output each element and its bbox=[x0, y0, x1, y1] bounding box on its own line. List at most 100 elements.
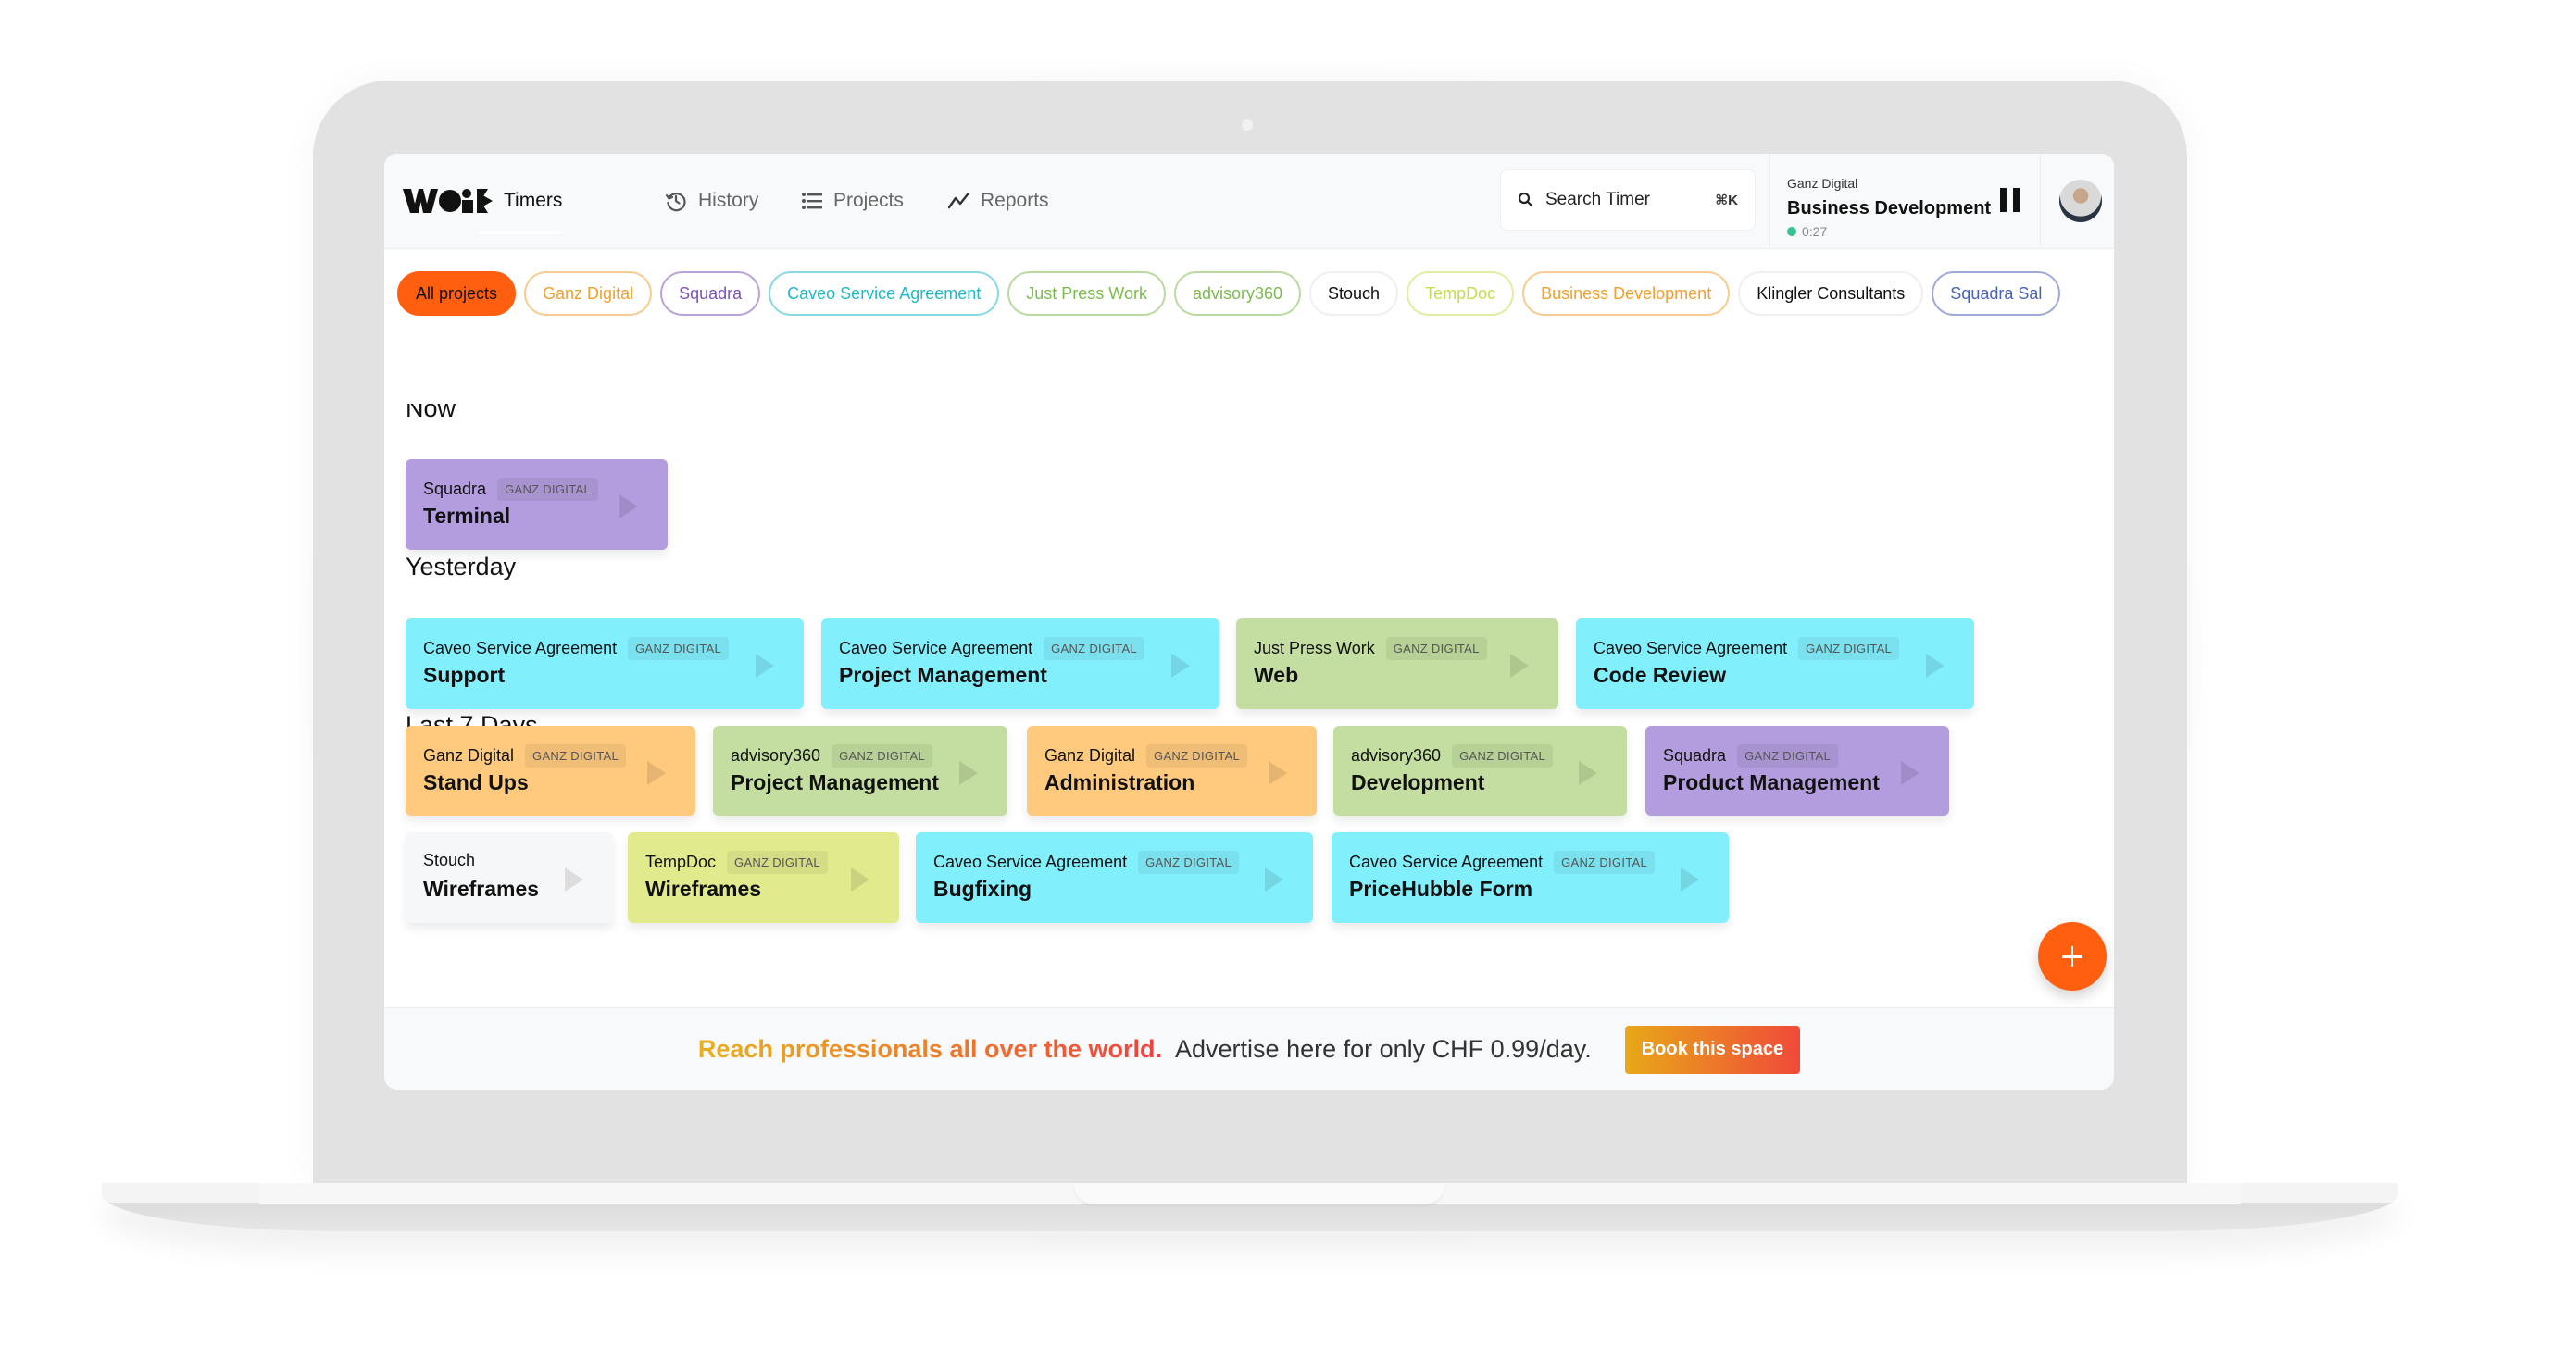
timer-card[interactable]: Caveo Service Agreement GANZ DIGITAL Proje… bbox=[821, 618, 1219, 709]
filter-chip[interactable]: Business Development bbox=[1522, 271, 1731, 316]
play-button[interactable] bbox=[959, 761, 978, 785]
card-task: Wireframes bbox=[645, 877, 762, 901]
filter-chip[interactable]: Squadra Sal bbox=[1932, 271, 2061, 316]
card-task: Administration bbox=[1044, 770, 1195, 794]
filter-chip[interactable]: advisory360 bbox=[1173, 271, 1302, 316]
play-button[interactable] bbox=[1926, 654, 1945, 678]
timer-card[interactable]: Caveo Service Agreement GANZ DIGITAL Code … bbox=[1576, 618, 1974, 709]
active-timer[interactable]: Ganz Digital Business Development 0:27 bbox=[1787, 167, 2019, 241]
play-button[interactable] bbox=[756, 654, 774, 678]
play-button[interactable] bbox=[851, 867, 869, 892]
card-client: advisory360 GANZ DIGITAL bbox=[1351, 744, 1553, 768]
card-client-name: advisory360 bbox=[731, 746, 821, 765]
header-divider bbox=[1769, 154, 1770, 248]
play-button[interactable] bbox=[1510, 654, 1529, 678]
search-input[interactable]: Search Timer ⌘K bbox=[1500, 169, 1756, 231]
card-client-name: Just Press Work bbox=[1254, 639, 1375, 657]
card-task: Terminal bbox=[423, 504, 511, 528]
search-placeholder: Search Timer bbox=[1545, 190, 1650, 209]
filter-chip[interactable]: TempDoc bbox=[1407, 271, 1515, 316]
card-task: Stand Ups bbox=[423, 770, 529, 794]
card-task: Support bbox=[423, 663, 506, 687]
laptop-camera bbox=[1242, 119, 1253, 131]
card-client-name: Ganz Digital bbox=[1044, 746, 1136, 765]
card-client-name: Caveo Service Agreement bbox=[423, 639, 618, 657]
card-org-tag: GANZ DIGITAL bbox=[525, 744, 626, 768]
filter-chip[interactable]: Caveo Service Agreement bbox=[769, 271, 1000, 316]
nav-active-indicator bbox=[479, 231, 562, 234]
card-task: PriceHubble Form bbox=[1349, 877, 1533, 901]
nav-reports-label: Reports bbox=[981, 190, 1049, 211]
play-button[interactable] bbox=[565, 867, 583, 892]
add-timer-button[interactable] bbox=[2038, 922, 2107, 991]
timer-card[interactable]: advisory360 GANZ DIGITAL Project Managemen… bbox=[713, 726, 1007, 816]
card-client: Ganz Digital GANZ DIGITAL bbox=[423, 744, 626, 768]
ad-headline: Reach professionals all over the world. bbox=[697, 1035, 1163, 1063]
card-client: Caveo Service Agreement GANZ DIGITAL bbox=[423, 637, 730, 660]
card-org-tag: GANZ DIGITAL bbox=[727, 851, 828, 874]
nav-projects[interactable]: Projects bbox=[802, 154, 904, 248]
timer-card[interactable]: Squadra GANZ DIGITAL Terminal bbox=[406, 459, 668, 550]
section-yesterday: Yesterday bbox=[406, 553, 517, 580]
timer-card[interactable]: Caveo Service Agreement GANZ DIGITAL Price… bbox=[1332, 832, 1729, 923]
active-timer-task: Business Development bbox=[1787, 198, 1992, 218]
card-client: Stouch bbox=[423, 851, 475, 870]
section-now: Now bbox=[406, 404, 456, 422]
play-button[interactable] bbox=[619, 494, 638, 518]
timer-card[interactable]: advisory360 GANZ DIGITAL Development bbox=[1333, 726, 1627, 816]
search-icon bbox=[1518, 192, 1533, 207]
work-logo[interactable] bbox=[403, 189, 488, 213]
user-avatar[interactable] bbox=[2059, 180, 2102, 222]
play-button[interactable] bbox=[1901, 761, 1919, 785]
laptop-notch bbox=[1074, 1183, 1444, 1204]
card-client: TempDoc GANZ DIGITAL bbox=[645, 851, 828, 874]
pause-button[interactable] bbox=[2000, 188, 2020, 212]
timer-card[interactable]: Squadra GANZ DIGITAL Product Management bbox=[1645, 726, 1949, 816]
card-client: Squadra GANZ DIGITAL bbox=[1663, 744, 1838, 768]
timer-card[interactable]: Just Press Work GANZ DIGITAL Web bbox=[1236, 618, 1558, 709]
card-client-name: Caveo Service Agreement bbox=[839, 639, 1033, 657]
app-window: Timers History Projects Reports Search T… bbox=[384, 154, 2114, 1090]
filter-chip[interactable]: Ganz Digital bbox=[524, 271, 653, 316]
nav-reports[interactable]: Reports bbox=[947, 154, 1049, 248]
timer-card[interactable]: Stouch Wireframes bbox=[406, 832, 613, 923]
filter-chip[interactable]: Stouch bbox=[1309, 271, 1399, 316]
play-button[interactable] bbox=[1171, 654, 1190, 678]
nav-timers-label: Timers bbox=[504, 190, 563, 211]
card-org-tag: GANZ DIGITAL bbox=[497, 478, 598, 501]
filter-chip[interactable]: Klingler Consultants bbox=[1738, 271, 1924, 316]
filter-chip[interactable]: All projects bbox=[397, 271, 517, 316]
nav-history-label: History bbox=[698, 190, 759, 211]
play-button[interactable] bbox=[1269, 761, 1287, 785]
nav-history[interactable]: History bbox=[665, 154, 758, 248]
play-button[interactable] bbox=[1681, 867, 1699, 892]
card-org-tag: GANZ DIGITAL bbox=[1554, 851, 1656, 874]
header-divider bbox=[2040, 154, 2041, 248]
timer-card[interactable]: Ganz Digital GANZ DIGITAL Stand Ups bbox=[406, 726, 695, 816]
card-org-tag: GANZ DIGITAL bbox=[1385, 637, 1487, 660]
play-button[interactable] bbox=[1265, 867, 1283, 892]
ad-banner: Reach professionals all over the world. … bbox=[384, 1007, 2114, 1090]
trend-icon bbox=[947, 193, 969, 209]
timer-card[interactable]: Caveo Service Agreement GANZ DIGITAL Bugfi… bbox=[916, 832, 1313, 923]
card-task: Wireframes bbox=[423, 877, 540, 901]
filter-chip[interactable]: Just Press Work bbox=[1007, 271, 1166, 316]
card-client-name: advisory360 bbox=[1351, 746, 1442, 765]
card-client-name: TempDoc bbox=[645, 853, 717, 871]
card-client-name: Caveo Service Agreement bbox=[1349, 853, 1544, 871]
nav-projects-label: Projects bbox=[833, 190, 904, 211]
pause-icon bbox=[2000, 188, 2007, 212]
play-button[interactable] bbox=[1579, 761, 1597, 785]
timer-list: Now Yesterday Last 7 Days Ganz DigitalGA… bbox=[384, 404, 2114, 1007]
timer-card[interactable]: Caveo Service Agreement GANZ DIGITAL Suppo… bbox=[406, 618, 804, 709]
timer-card[interactable]: TempDoc GANZ DIGITAL Wireframes bbox=[628, 832, 899, 923]
filter-chip[interactable]: Squadra bbox=[660, 271, 761, 316]
play-button[interactable] bbox=[647, 761, 666, 785]
card-client: advisory360 GANZ DIGITAL bbox=[731, 744, 932, 768]
book-space-button[interactable]: Book this space bbox=[1624, 1025, 1801, 1074]
card-org-tag: GANZ DIGITAL bbox=[1138, 851, 1240, 874]
card-client-name: Squadra bbox=[1663, 746, 1727, 765]
card-client-name: Stouch bbox=[423, 851, 476, 869]
ad-body: Advertise here for only CHF 0.99/day. bbox=[1175, 1035, 1592, 1063]
timer-card[interactable]: Ganz Digital GANZ DIGITAL Administration bbox=[1027, 726, 1317, 816]
